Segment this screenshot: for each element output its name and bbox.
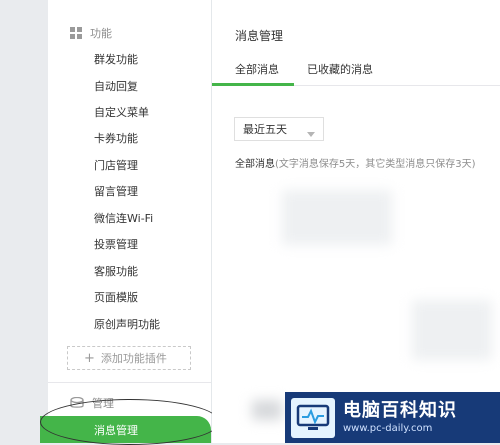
- watermark-url: www.pc-daily.com: [343, 422, 433, 434]
- sidebar-item-label: 消息管理: [94, 423, 138, 437]
- blurred-content: [282, 190, 392, 245]
- sidebar-item-custom-menu[interactable]: 自定义菜单: [94, 105, 149, 121]
- main-panel: 消息管理 全部消息 已收藏的消息 最近五天 全部消息(文字消息保存5天，其它类型…: [212, 0, 500, 443]
- sidebar-divider: [48, 382, 211, 383]
- sidebar-item-message-management[interactable]: 消息管理: [40, 416, 211, 443]
- sidebar-item-wechat-wifi[interactable]: 微信连Wi-Fi: [94, 211, 153, 227]
- sidebar-item-vote-management[interactable]: 投票管理: [94, 237, 138, 253]
- message-retention-note: 全部消息(文字消息保存5天，其它类型消息只保存3天): [235, 155, 476, 170]
- add-plugin-label: 添加功能插件: [100, 352, 167, 365]
- sidebar-item-comment-management[interactable]: 留言管理: [94, 184, 138, 200]
- sidebar-item-store-management[interactable]: 门店管理: [94, 158, 138, 174]
- sidebar-item-coupons[interactable]: 卡券功能: [94, 131, 138, 147]
- manage-section-header: 管理: [70, 393, 114, 413]
- chevron-down-icon: [307, 127, 315, 140]
- monitor-logo-icon: [291, 397, 335, 438]
- manage-section-label: 管理: [92, 397, 114, 410]
- grid-icon: [70, 27, 82, 39]
- time-range-value: 最近五天: [243, 123, 287, 136]
- sidebar-item-original-declaration[interactable]: 原创声明功能: [94, 317, 160, 333]
- manage-icon: [70, 397, 84, 409]
- plus-icon: +: [84, 350, 95, 366]
- sidebar-item-customer-service[interactable]: 客服功能: [94, 264, 138, 280]
- page-title: 消息管理: [235, 29, 284, 43]
- tab-all-messages[interactable]: 全部消息: [235, 61, 279, 77]
- function-section-label: 功能: [90, 27, 112, 40]
- add-plugin-button[interactable]: + 添加功能插件: [67, 346, 191, 370]
- note-main: 全部消息: [235, 159, 275, 170]
- blurred-content: [252, 400, 282, 420]
- tab-starred-messages[interactable]: 已收藏的消息: [307, 61, 373, 77]
- note-detail: (文字消息保存5天，其它类型消息只保存3天): [275, 159, 476, 170]
- watermark-title: 电脑百科知识: [343, 399, 457, 421]
- watermark-text: 电脑百科知识 www.pc-daily.com: [343, 400, 457, 436]
- sidebar-item-mass-send[interactable]: 群发功能: [94, 52, 138, 68]
- active-tab-indicator: [212, 83, 294, 86]
- function-section-header: 功能: [70, 23, 112, 43]
- time-range-select[interactable]: 最近五天: [234, 117, 324, 141]
- sidebar-item-page-templates[interactable]: 页面模版: [94, 290, 138, 306]
- sidebar-item-auto-reply[interactable]: 自动回复: [94, 79, 138, 95]
- blurred-content: [412, 300, 492, 360]
- watermark-banner: 电脑百科知识 www.pc-daily.com: [285, 392, 500, 443]
- sidebar: 功能 群发功能 自动回复 自定义菜单 卡券功能 门店管理 留言管理 微信连Wi-…: [40, 0, 220, 445]
